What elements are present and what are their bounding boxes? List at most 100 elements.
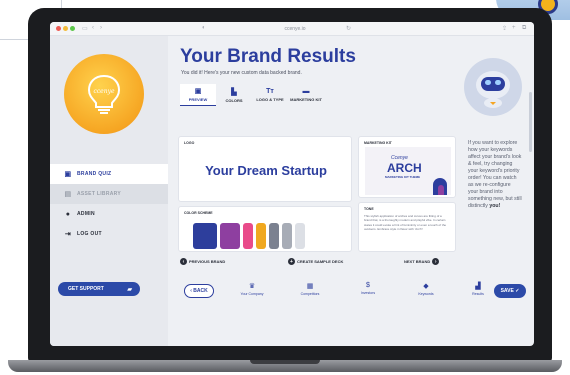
sidebar-item-label: ADMIN — [77, 211, 95, 217]
color-scheme-card: COLOR SCHEME — [178, 206, 352, 252]
text-icon: Tт — [266, 88, 274, 95]
step-label: Your Company — [240, 292, 264, 296]
save-button[interactable]: SAVE ✓ — [494, 284, 526, 298]
library-icon: ▤ — [64, 191, 72, 198]
chevron-right-icon: › — [432, 258, 440, 265]
color-swatch[interactable] — [295, 223, 305, 249]
chevron-left-icon: ‹ — [180, 258, 187, 265]
close-window-button[interactable] — [56, 26, 61, 31]
back-arrow-icon[interactable]: ‹ — [92, 25, 94, 31]
tab-label: LOGO & TYPE — [256, 97, 284, 102]
marketing-card-label: MARKETING KIT — [364, 141, 392, 145]
tab-logo-type[interactable]: Tт LOGO & TYPE — [252, 84, 288, 106]
arch-decoration-icon — [433, 178, 447, 195]
lightbulb-icon: ccenye — [87, 74, 121, 114]
step-your-company[interactable]: ♛ Your Company — [232, 282, 272, 296]
sidebar-item-label: LOG OUT — [77, 231, 102, 237]
folder-icon: ▬ — [302, 88, 310, 95]
laptop-notch — [250, 360, 320, 364]
tone-card-label: TONE — [364, 207, 374, 211]
tab-colors[interactable]: ▙ COLORS — [216, 84, 252, 106]
step-results[interactable]: ▟ Results — [464, 282, 492, 296]
laptop-frame: ▭ ‹ › ◐ ccenye.io ↻ ⇪ + ⧉ ccenye ▣ BRAND… — [28, 8, 552, 362]
brand-navigation: ‹ PREVIOUS BRAND + CREATE SAMPLE DECK NE… — [178, 256, 456, 268]
maximize-window-button[interactable] — [70, 26, 75, 31]
back-button[interactable]: ‹ BACK — [184, 284, 214, 298]
next-brand-button[interactable]: NEXT BRAND › — [404, 258, 441, 265]
color-swatch[interactable] — [282, 223, 292, 249]
tab-marketing-kit[interactable]: ▬ MARKETING KIT — [288, 84, 324, 106]
get-support-label: GET SUPPORT — [68, 286, 104, 292]
tabs-icon[interactable]: ⧉ — [522, 25, 526, 32]
admin-icon: ● — [65, 210, 71, 218]
tab-label: COLORS — [225, 97, 243, 103]
step-label: Keywords — [418, 292, 434, 296]
get-support-button[interactable]: GET SUPPORT ▰ — [58, 282, 140, 296]
next-brand-label: NEXT BRAND — [404, 259, 431, 264]
sidebar-nav: ▣ BRAND QUIZ ▤ ASSET LIBRARY ● ADMIN ⇥ L… — [50, 164, 168, 244]
main-panel: Your Brand Results You did it! Here's yo… — [174, 44, 530, 344]
sidebar-item-log-out[interactable]: ⇥ LOG OUT — [50, 224, 168, 244]
robot-avatar — [464, 58, 522, 116]
logo-preview-text: Your Dream Startup — [205, 163, 327, 178]
previous-brand-label: PREVIOUS BRAND — [189, 259, 226, 264]
back-label: BACK — [193, 288, 208, 294]
tone-text: This stylish application of arches and c… — [364, 214, 447, 232]
minimize-window-button[interactable] — [63, 26, 68, 31]
bar-chart-icon: ▟ — [475, 283, 481, 290]
step-competitors[interactable]: ▦ Competitors — [290, 282, 330, 296]
app-logo: ccenye — [64, 54, 144, 134]
tab-label: PREVIEW — [188, 97, 208, 102]
scrollbar[interactable] — [529, 92, 532, 152]
previous-brand-button[interactable]: ‹ PREVIOUS BRAND — [178, 258, 225, 265]
color-swatch[interactable] — [220, 223, 240, 249]
logo-card: LOGO Your Dream Startup — [178, 136, 352, 202]
step-label: Competitors — [300, 292, 320, 296]
marketing-kit-card[interactable]: MARKETING KIT Ccenye ARCH MARKETING KIT … — [358, 136, 456, 198]
marketing-preview: Ccenye ARCH MARKETING KIT THEME — [365, 147, 451, 195]
side-note-text: If you want to explore how your keywords… — [468, 140, 522, 209]
calendar-icon: ▦ — [306, 283, 314, 290]
sidebar-item-asset-library[interactable]: ▤ ASSET LIBRARY — [50, 184, 168, 204]
step-investors[interactable]: $ Investors — [348, 282, 388, 295]
result-tabs: ▣ PREVIEW ▙ COLORS Tт LOGO & TYPE ▬ MARK… — [180, 84, 324, 106]
sidebar-item-brand-quiz[interactable]: ▣ BRAND QUIZ — [50, 164, 168, 184]
chat-icon: ▰ — [127, 286, 132, 293]
forward-arrow-icon[interactable]: › — [100, 25, 102, 31]
quiz-icon: ▣ — [64, 171, 72, 178]
lightbulb-icon: ♛ — [248, 283, 256, 290]
page-subtitle: You did it! Here's your new custom data … — [181, 70, 302, 76]
reload-icon[interactable]: ↻ — [346, 25, 351, 32]
robot-icon — [476, 71, 510, 108]
sidebar-item-admin[interactable]: ● ADMIN — [50, 204, 168, 224]
color-swatches — [193, 223, 305, 249]
color-swatch[interactable] — [193, 223, 217, 249]
share-icon[interactable]: ⇪ — [502, 25, 507, 32]
tone-card: TONE This stylish application of arches … — [358, 202, 456, 252]
color-swatch[interactable] — [256, 223, 266, 249]
sidebar-item-label: ASSET LIBRARY — [77, 191, 121, 197]
side-note-emphasis: you! — [489, 203, 501, 209]
tab-preview[interactable]: ▣ PREVIEW — [180, 84, 216, 106]
dollar-icon: $ — [366, 282, 370, 289]
save-label: SAVE — [500, 288, 514, 294]
browser-toolbar: ▭ ‹ › ◐ ccenye.io ↻ ⇪ + ⧉ — [50, 22, 534, 36]
logout-icon: ⇥ — [64, 231, 72, 238]
palette-icon: ▙ — [231, 88, 237, 96]
color-swatch[interactable] — [243, 223, 253, 249]
new-tab-icon[interactable]: + — [512, 25, 516, 31]
step-label: Investors — [360, 291, 376, 295]
address-bar[interactable]: ccenye.io — [260, 26, 330, 32]
create-sample-deck-button[interactable]: + CREATE SAMPLE DECK — [286, 258, 343, 265]
image-icon: ▣ — [194, 88, 202, 95]
side-note: If you want to explore how your keywords… — [460, 136, 526, 256]
logo-card-label: LOGO — [184, 141, 195, 145]
shield-icon: ◐ — [202, 25, 206, 31]
marketing-subtitle: MARKETING KIT THEME — [385, 175, 421, 179]
sidebar-item-label: BRAND QUIZ — [77, 171, 112, 177]
color-swatch[interactable] — [269, 223, 279, 249]
app-screen: ▭ ‹ › ◐ ccenye.io ↻ ⇪ + ⧉ ccenye ▣ BRAND… — [50, 22, 534, 346]
step-keywords[interactable]: ◆ Keywords — [406, 282, 446, 296]
marketing-headline: ARCH — [387, 161, 422, 175]
sidebar-toggle-icon[interactable]: ▭ — [82, 25, 88, 32]
